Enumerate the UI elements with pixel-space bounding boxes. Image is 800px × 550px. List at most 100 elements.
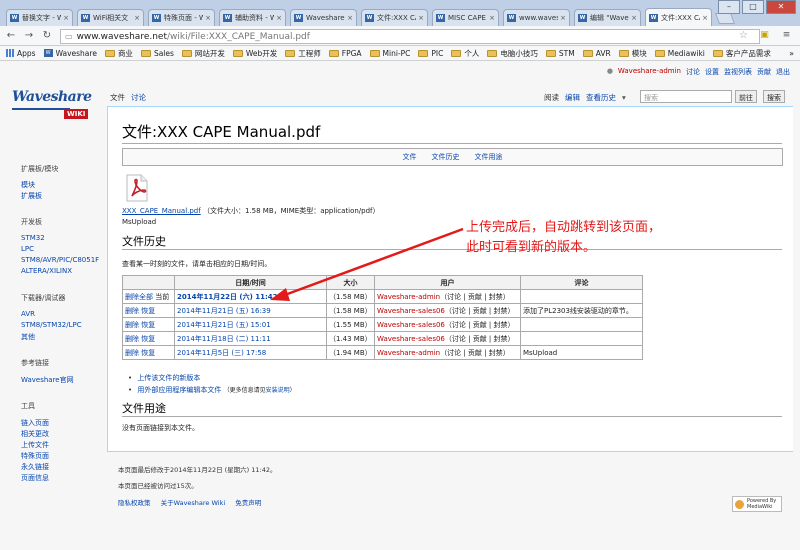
revert-link[interactable]: 恢复 (141, 307, 155, 315)
bookmark-item[interactable]: 个人 (451, 48, 479, 59)
sidebar-item-special-pages[interactable]: 特殊页面 (21, 451, 49, 461)
tab-close-icon[interactable]: × (276, 14, 282, 22)
bookmark-item[interactable]: Apps (6, 49, 36, 58)
bookmark-item[interactable]: 工程师 (285, 48, 321, 59)
tab-close-icon[interactable]: × (631, 14, 637, 22)
tab-close-icon[interactable]: × (489, 14, 495, 22)
tab-talk[interactable]: 讨论 (131, 92, 146, 103)
bookmark-item[interactable]: 网站开发 (181, 48, 225, 59)
user-link[interactable]: Waveshare-admin (377, 293, 440, 301)
site-logo[interactable]: Waveshare WIKI (12, 89, 102, 129)
sidebar-item-page-info[interactable]: 页面信息 (21, 473, 49, 483)
sidebar-item-modules[interactable]: 模块 (21, 180, 35, 190)
maximize-button[interactable]: □ (742, 0, 764, 14)
bookmark-star-icon[interactable]: ☆ (739, 30, 748, 41)
revision-date-link[interactable]: 2014年11月22日 (六) 11:42 (177, 293, 278, 301)
revert-link[interactable]: 恢复 (141, 335, 155, 343)
tab-close-icon[interactable]: × (418, 14, 424, 22)
minimize-button[interactable]: – (718, 0, 740, 14)
sidebar-item-upload[interactable]: 上传文件 (21, 440, 49, 450)
edit-external-link[interactable]: 用外部应用程序编辑本文件 (137, 386, 221, 394)
toc-history-link[interactable]: 文件历史 (432, 152, 460, 162)
tab-close-icon[interactable]: × (702, 14, 708, 22)
browser-tab[interactable]: W MISC CAPE × (432, 9, 499, 26)
tab-history[interactable]: 查看历史 (586, 92, 616, 103)
address-bar[interactable]: ▭ www.waveshare.net /wiki/File:XXX_CAPE_… (60, 29, 760, 44)
forward-icon[interactable]: → (22, 29, 36, 43)
browser-tab[interactable]: W 特殊页面 - W × (148, 9, 215, 26)
personal-contribs-link[interactable]: 贡献 (757, 67, 771, 77)
mediawiki-badge[interactable]: Powered By MediaWiki (732, 496, 782, 512)
reload-icon[interactable]: ↻ (40, 29, 54, 43)
go-button[interactable]: 前往 (735, 90, 757, 103)
footer-about-link[interactable]: 关于Waveshare Wiki (161, 499, 226, 507)
delete-link[interactable]: 删除全部 (125, 293, 153, 301)
new-tab-button[interactable] (714, 13, 736, 24)
user-link[interactable]: Waveshare-sales06 (377, 321, 445, 329)
sidebar-item-stm8-stm32[interactable]: STM8/STM32/LPC (21, 321, 82, 329)
revision-date-link[interactable]: 2014年11月18日 (二) 11:11 (177, 335, 271, 343)
bookmark-item[interactable]: Mediawiki (654, 49, 705, 58)
bookmark-item[interactable]: AVR (582, 49, 611, 58)
close-window-button[interactable]: ✕ (766, 0, 796, 14)
sidebar-item-other[interactable]: 其他 (21, 332, 35, 342)
browser-tab[interactable]: Wwww.wavesh× (503, 9, 570, 26)
search-input[interactable]: 搜索 (640, 90, 732, 103)
bookmarks-more-icon[interactable]: » (789, 49, 794, 58)
bookmark-item[interactable]: Sales (140, 49, 174, 58)
delete-link[interactable]: 删除 (125, 335, 139, 343)
tab-close-icon[interactable]: × (63, 14, 69, 22)
pdf-file-icon[interactable] (125, 174, 149, 202)
footer-disclaimer-link[interactable]: 免责声明 (235, 499, 261, 507)
more-actions-icon[interactable]: ▾ (622, 93, 626, 102)
sidebar-item-related-changes[interactable]: 相关更改 (21, 429, 49, 439)
user-link[interactable]: Waveshare-admin (377, 349, 440, 357)
bookmark-item[interactable]: Mini-PC (369, 49, 410, 58)
extension-icon[interactable]: ▣ (759, 30, 770, 41)
delete-link[interactable]: 删除 (125, 321, 139, 329)
user-link[interactable]: Waveshare-sales06 (377, 335, 445, 343)
tab-close-icon[interactable]: × (205, 14, 211, 22)
bookmark-item[interactable]: W Waveshare (43, 49, 97, 58)
sidebar-item-whatlinkshere[interactable]: 链入页面 (21, 418, 49, 428)
sidebar-item-avr[interactable]: AVR (21, 310, 35, 318)
personal-watchlist-link[interactable]: 监视列表 (724, 67, 752, 77)
file-download-link[interactable]: XXX_CAPE_Manual.pdf (122, 207, 201, 215)
tab-read[interactable]: 阅读 (544, 92, 559, 103)
personal-logout-link[interactable]: 退出 (776, 67, 790, 77)
sidebar-item-official-site[interactable]: Waveshare官网 (21, 375, 74, 385)
bookmark-item[interactable]: 模块 (618, 48, 647, 59)
sidebar-item-lpc[interactable]: LPC (21, 245, 34, 253)
revert-link[interactable]: 恢复 (141, 349, 155, 357)
user-link[interactable]: Waveshare-sales06 (377, 307, 445, 315)
sidebar-item-expansion[interactable]: 扩展板 (21, 191, 42, 201)
personal-user-link[interactable]: Waveshare-admin (618, 67, 681, 77)
bookmark-item[interactable]: 客户产品需求 (712, 48, 771, 59)
back-icon[interactable]: ← (4, 29, 18, 43)
delete-link[interactable]: 删除 (125, 349, 139, 357)
footer-privacy-link[interactable]: 隐私权政策 (118, 499, 151, 507)
revision-date-link[interactable]: 2014年11月21日 (五) 16:39 (177, 307, 271, 315)
bookmark-item[interactable]: 电脑小技巧 (487, 48, 538, 59)
toc-file-link[interactable]: 文件 (403, 152, 417, 162)
browser-tab[interactable]: W Waveshare × (290, 9, 357, 26)
sidebar-item-permalink[interactable]: 永久链接 (21, 462, 49, 472)
bookmark-item[interactable]: Web开发 (232, 48, 277, 59)
upload-new-version-link[interactable]: 上传该文件的新版本 (137, 374, 200, 382)
revision-date-link[interactable]: 2014年11月5日 (三) 17:58 (177, 349, 266, 357)
revert-link[interactable]: 恢复 (141, 321, 155, 329)
bookmark-item[interactable]: 商业 (104, 48, 133, 59)
personal-talk-link[interactable]: 讨论 (686, 67, 700, 77)
bookmark-item[interactable]: STM (545, 49, 575, 58)
tab-file[interactable]: 文件 (110, 92, 125, 103)
sidebar-item-altera[interactable]: ALTERA/XILINX (21, 267, 72, 275)
menu-icon[interactable]: ≡ (781, 30, 792, 41)
browser-tab[interactable]: W WiFi相关文 × (77, 9, 144, 26)
browser-tab[interactable]: W 替换文字 - W × (6, 9, 73, 26)
install-instructions-link[interactable]: 安装说明 (266, 387, 290, 394)
tab-close-icon[interactable]: × (347, 14, 353, 22)
browser-tab[interactable]: W 文件:XXX CA × (361, 9, 428, 26)
browser-tab[interactable]: W 辅助资料 - W × (219, 9, 286, 26)
personal-prefs-link[interactable]: 设置 (705, 67, 719, 77)
bookmark-item[interactable]: FPGA (328, 49, 362, 58)
